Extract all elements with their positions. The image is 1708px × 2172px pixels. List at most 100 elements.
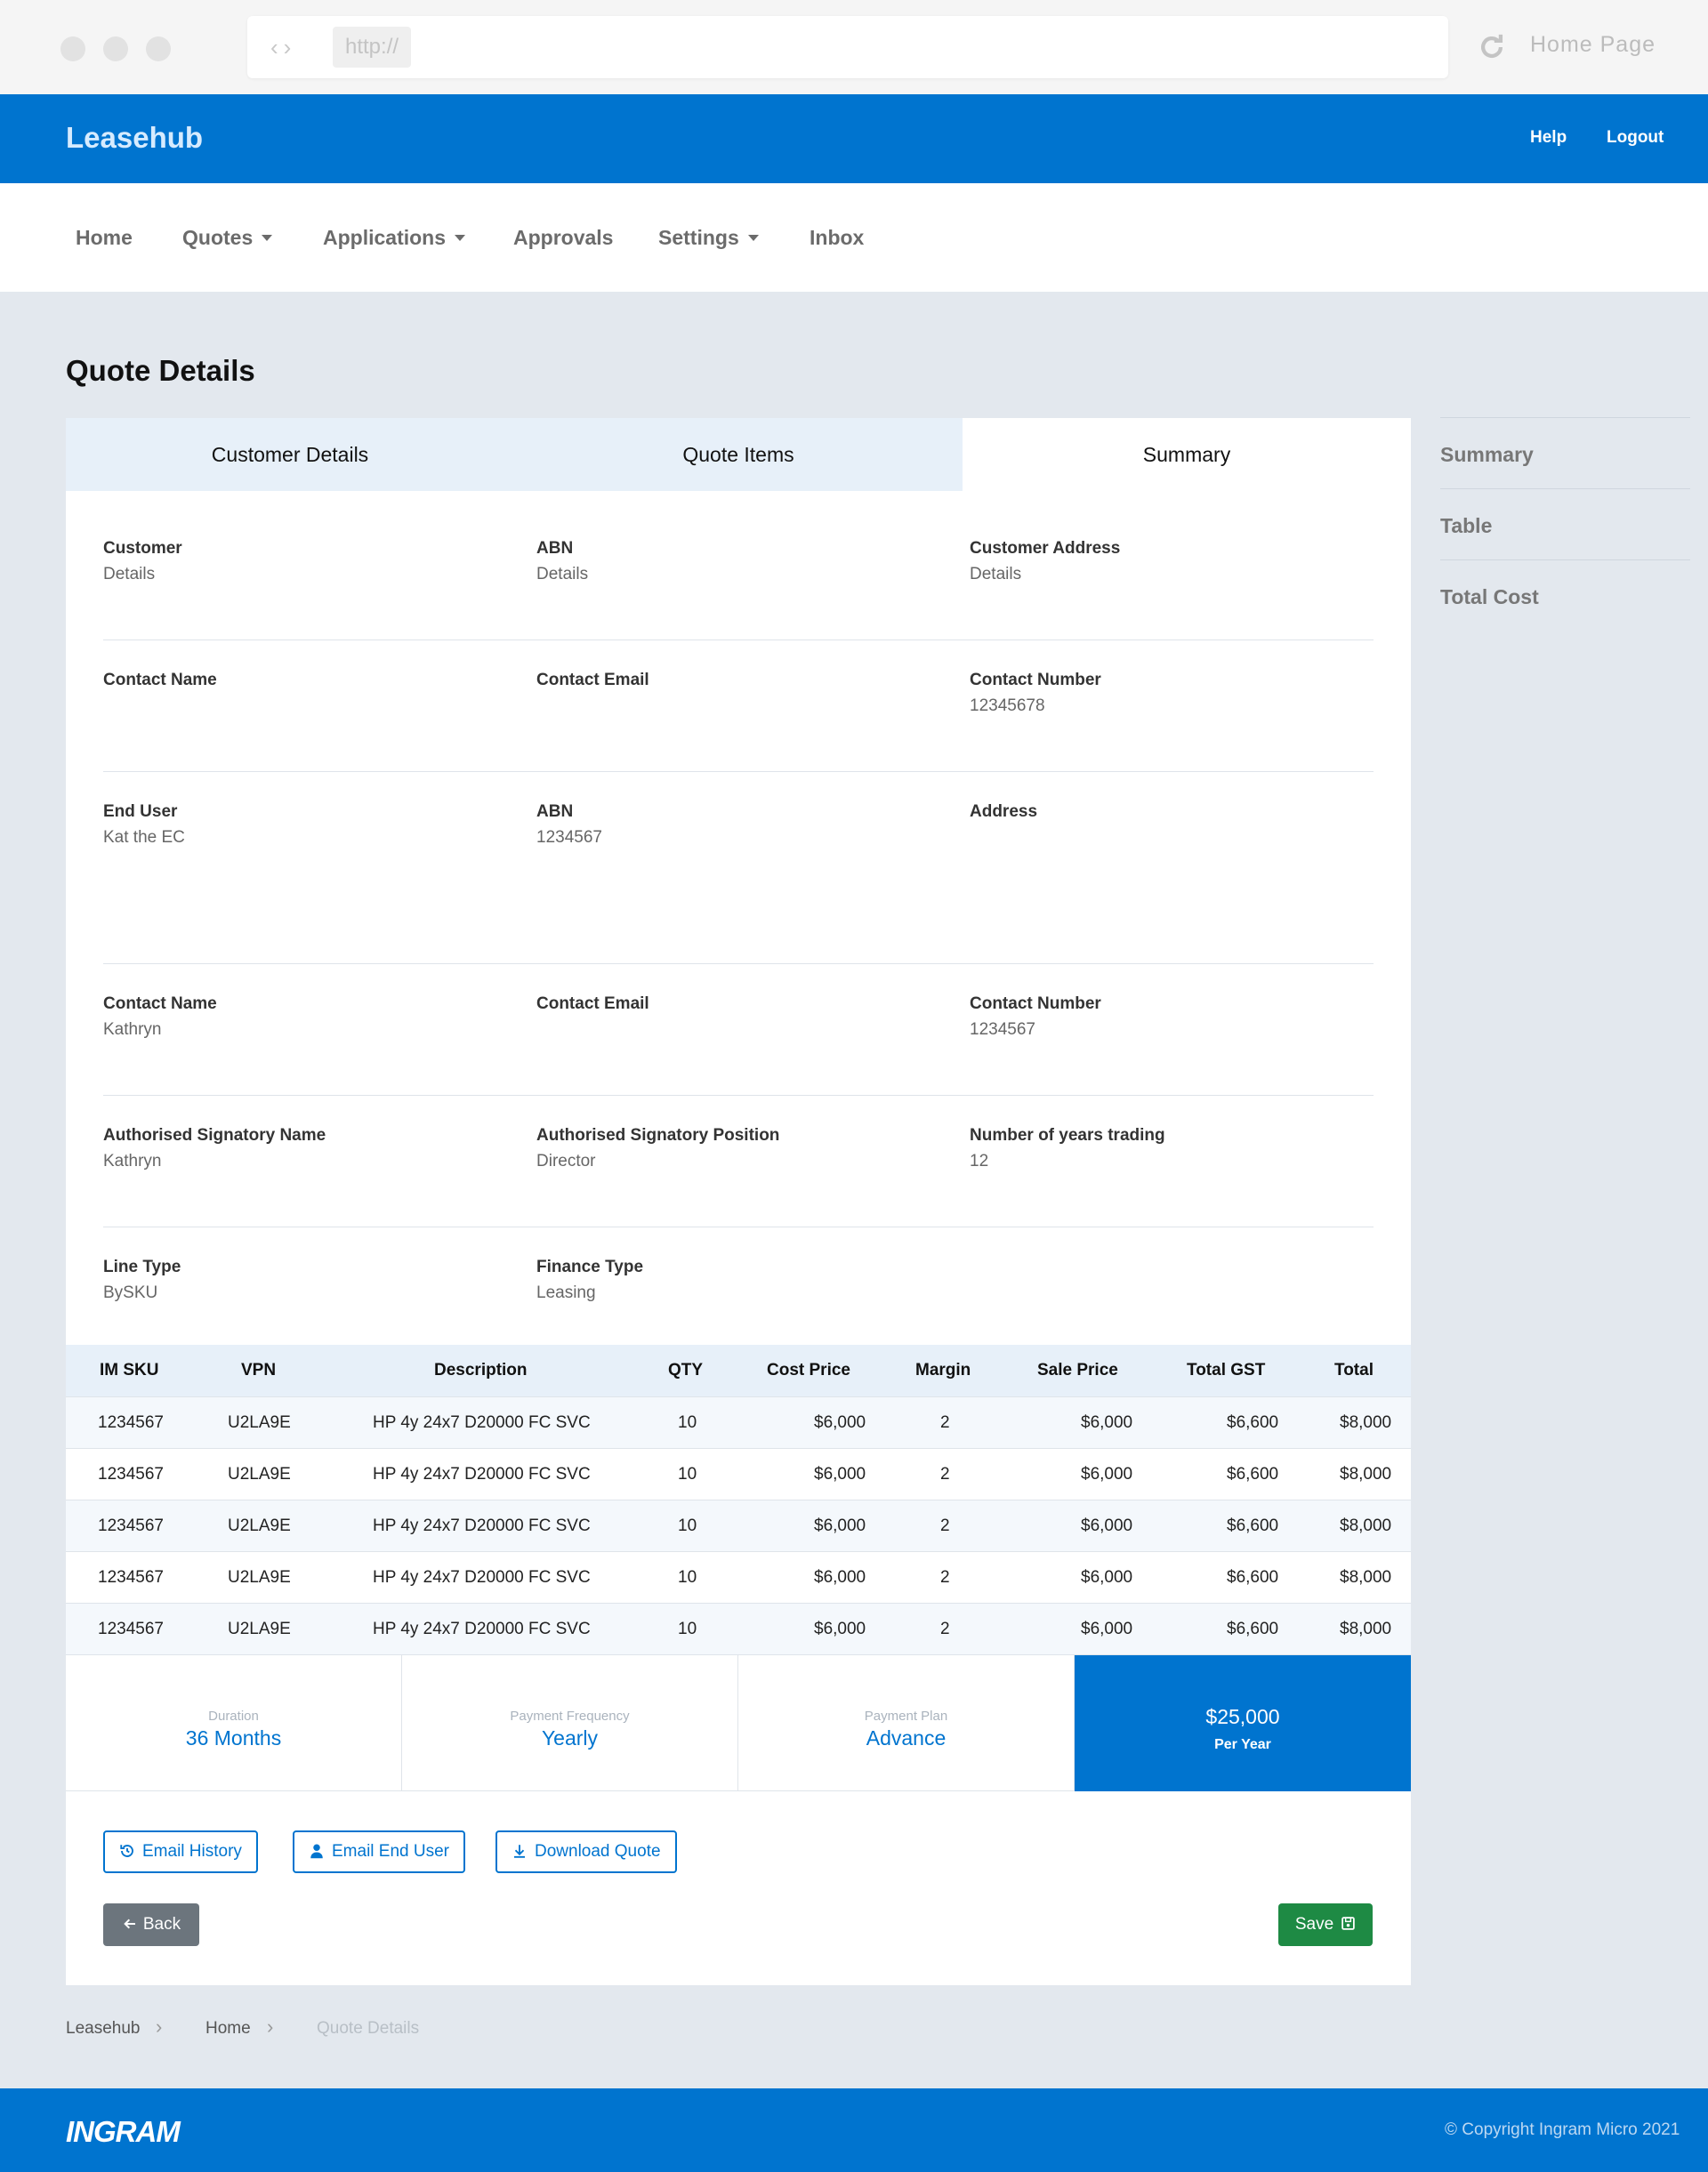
table-row[interactable]: 1234567 U2LA9E HP 4y 24x7 D20000 FC SVC … — [66, 1500, 1411, 1551]
chevron-right-icon: › — [156, 2015, 163, 2038]
home-page-link[interactable]: Home Page — [1530, 32, 1656, 58]
nav-item-approvals[interactable]: Approvals — [513, 226, 613, 250]
cell-description: HP 4y 24x7 D20000 FC SVC — [373, 1516, 591, 1535]
nav-item-home[interactable]: Home — [76, 226, 133, 250]
cell-total-gst: $6,600 — [1227, 1413, 1279, 1432]
back-forward-icon[interactable]: ‹› — [270, 34, 296, 61]
download-quote-button[interactable]: Download Quote — [495, 1830, 677, 1873]
divider — [103, 963, 1374, 964]
save-button[interactable]: Save — [1278, 1903, 1373, 1946]
th-vpn[interactable]: VPN — [241, 1345, 276, 1396]
cell-total: $8,000 — [1340, 1516, 1392, 1535]
table-row[interactable]: 1234567 U2LA9E HP 4y 24x7 D20000 FC SVC … — [66, 1448, 1411, 1500]
side-nav-total-cost[interactable]: Total Cost — [1440, 585, 1539, 609]
nav-label: Applications — [323, 226, 447, 249]
cell-total-gst: $6,600 — [1227, 1516, 1279, 1535]
th-margin[interactable]: Margin — [915, 1345, 971, 1396]
caret-down-icon — [747, 235, 759, 241]
field-label: Customer Address — [970, 539, 1121, 558]
email-end-user-button[interactable]: Email End User — [293, 1830, 465, 1873]
tab-bar: Customer Details Quote Items Summary — [66, 418, 1411, 491]
copyright-text: © Copyright Ingram Micro 2021 — [1445, 2120, 1680, 2139]
nav-item-inbox[interactable]: Inbox — [810, 226, 864, 250]
table-row[interactable]: 1234567 U2LA9E HP 4y 24x7 D20000 FC SVC … — [66, 1603, 1411, 1654]
side-divider — [1440, 488, 1690, 489]
cell-vpn: U2LA9E — [228, 1465, 291, 1484]
cell-sale-price: $6,000 — [1081, 1568, 1133, 1587]
button-label: Back — [142, 1915, 181, 1934]
table-row[interactable]: 1234567 U2LA9E HP 4y 24x7 D20000 FC SVC … — [66, 1551, 1411, 1603]
user-icon — [310, 1844, 323, 1859]
cell-cost-price: $6,000 — [814, 1620, 866, 1638]
button-label: Email End User — [332, 1842, 449, 1861]
window-close-dot[interactable] — [60, 36, 85, 61]
th-total[interactable]: Total — [1334, 1345, 1374, 1396]
field-label: End User — [103, 802, 178, 821]
cell-cost-price: $6,000 — [814, 1568, 866, 1587]
cell-description: HP 4y 24x7 D20000 FC SVC — [373, 1620, 591, 1638]
reload-icon[interactable] — [1477, 32, 1507, 62]
window-maximize-dot[interactable] — [146, 36, 171, 61]
cell-cost-price: $6,000 — [814, 1516, 866, 1535]
cell-margin: 2 — [940, 1568, 950, 1587]
cell-im-sku: 1234567 — [98, 1568, 164, 1587]
side-nav-summary[interactable]: Summary — [1440, 443, 1534, 467]
cell-qty: 10 — [678, 1568, 697, 1587]
field-label: Line Type — [103, 1258, 181, 1276]
total-cost-period: Per Year — [1214, 1737, 1271, 1752]
nav-item-applications[interactable]: Applications — [323, 226, 466, 250]
field-value: Details — [103, 565, 156, 583]
side-nav-table[interactable]: Table — [1440, 514, 1492, 538]
button-label: Download Quote — [535, 1842, 661, 1861]
field-value: 1234567 — [536, 828, 602, 847]
field-label: ABN — [536, 802, 574, 821]
brand-logo[interactable]: Leasehub — [66, 121, 203, 155]
field-value: Kathryn — [103, 1020, 162, 1039]
field-label: Customer — [103, 539, 182, 558]
th-sale-price[interactable]: Sale Price — [1037, 1345, 1118, 1396]
duration-value: 36 Months — [185, 1726, 282, 1750]
tab-customer-details[interactable]: Customer Details — [66, 418, 514, 491]
email-history-button[interactable]: Email History — [103, 1830, 258, 1873]
nav-item-settings[interactable]: Settings — [658, 226, 759, 250]
help-link[interactable]: Help — [1530, 128, 1567, 148]
cell-total-gst: $6,600 — [1227, 1620, 1279, 1638]
payment-plan-box: Payment Plan Advance — [738, 1655, 1075, 1791]
field-value: Details — [970, 565, 1022, 583]
cell-sale-price: $6,000 — [1081, 1516, 1133, 1535]
table-row[interactable]: 1234567 U2LA9E HP 4y 24x7 D20000 FC SVC … — [66, 1396, 1411, 1448]
payment-frequency-box: Payment Frequency Yearly — [402, 1655, 738, 1791]
url-text[interactable]: http:// — [333, 27, 412, 68]
field-value: Kat the EC — [103, 828, 185, 847]
th-total-gst[interactable]: Total GST — [1187, 1345, 1265, 1396]
field-label: Contact Email — [536, 671, 649, 689]
button-label: Email History — [142, 1842, 242, 1861]
tab-quote-items[interactable]: Quote Items — [514, 418, 963, 491]
th-cost-price[interactable]: Cost Price — [767, 1345, 850, 1396]
payment-frequency-value: Yearly — [541, 1726, 599, 1750]
cell-qty: 10 — [678, 1413, 697, 1432]
window-minimize-dot[interactable] — [103, 36, 128, 61]
duration-box: Duration 36 Months — [66, 1655, 402, 1791]
payment-plan-label: Payment Plan — [864, 1709, 948, 1724]
logout-link[interactable]: Logout — [1607, 128, 1664, 148]
tab-summary[interactable]: Summary — [963, 418, 1411, 491]
history-icon — [120, 1845, 133, 1857]
cell-total-gst: $6,600 — [1227, 1568, 1279, 1587]
th-description[interactable]: Description — [434, 1345, 528, 1396]
back-button[interactable]: Back — [103, 1903, 199, 1946]
cell-im-sku: 1234567 — [98, 1465, 164, 1484]
breadcrumb-leasehub[interactable]: Leasehub — [66, 2019, 140, 2039]
breadcrumb-home[interactable]: Home — [205, 2019, 251, 2039]
cell-sale-price: $6,000 — [1081, 1465, 1133, 1484]
field-value: Details — [536, 565, 589, 583]
nav-label: Home — [76, 226, 133, 249]
address-bar[interactable]: ‹› http:// — [247, 16, 1448, 78]
save-icon — [1341, 1917, 1355, 1930]
th-qty[interactable]: QTY — [668, 1345, 703, 1396]
items-table-header: IM SKU VPN Description QTY Cost Price Ma… — [66, 1345, 1411, 1396]
cell-qty: 10 — [678, 1465, 697, 1484]
main-nav: Home Quotes Applications Approvals Setti… — [0, 183, 1708, 292]
nav-item-quotes[interactable]: Quotes — [182, 226, 273, 250]
th-im-sku[interactable]: IM SKU — [100, 1345, 159, 1396]
